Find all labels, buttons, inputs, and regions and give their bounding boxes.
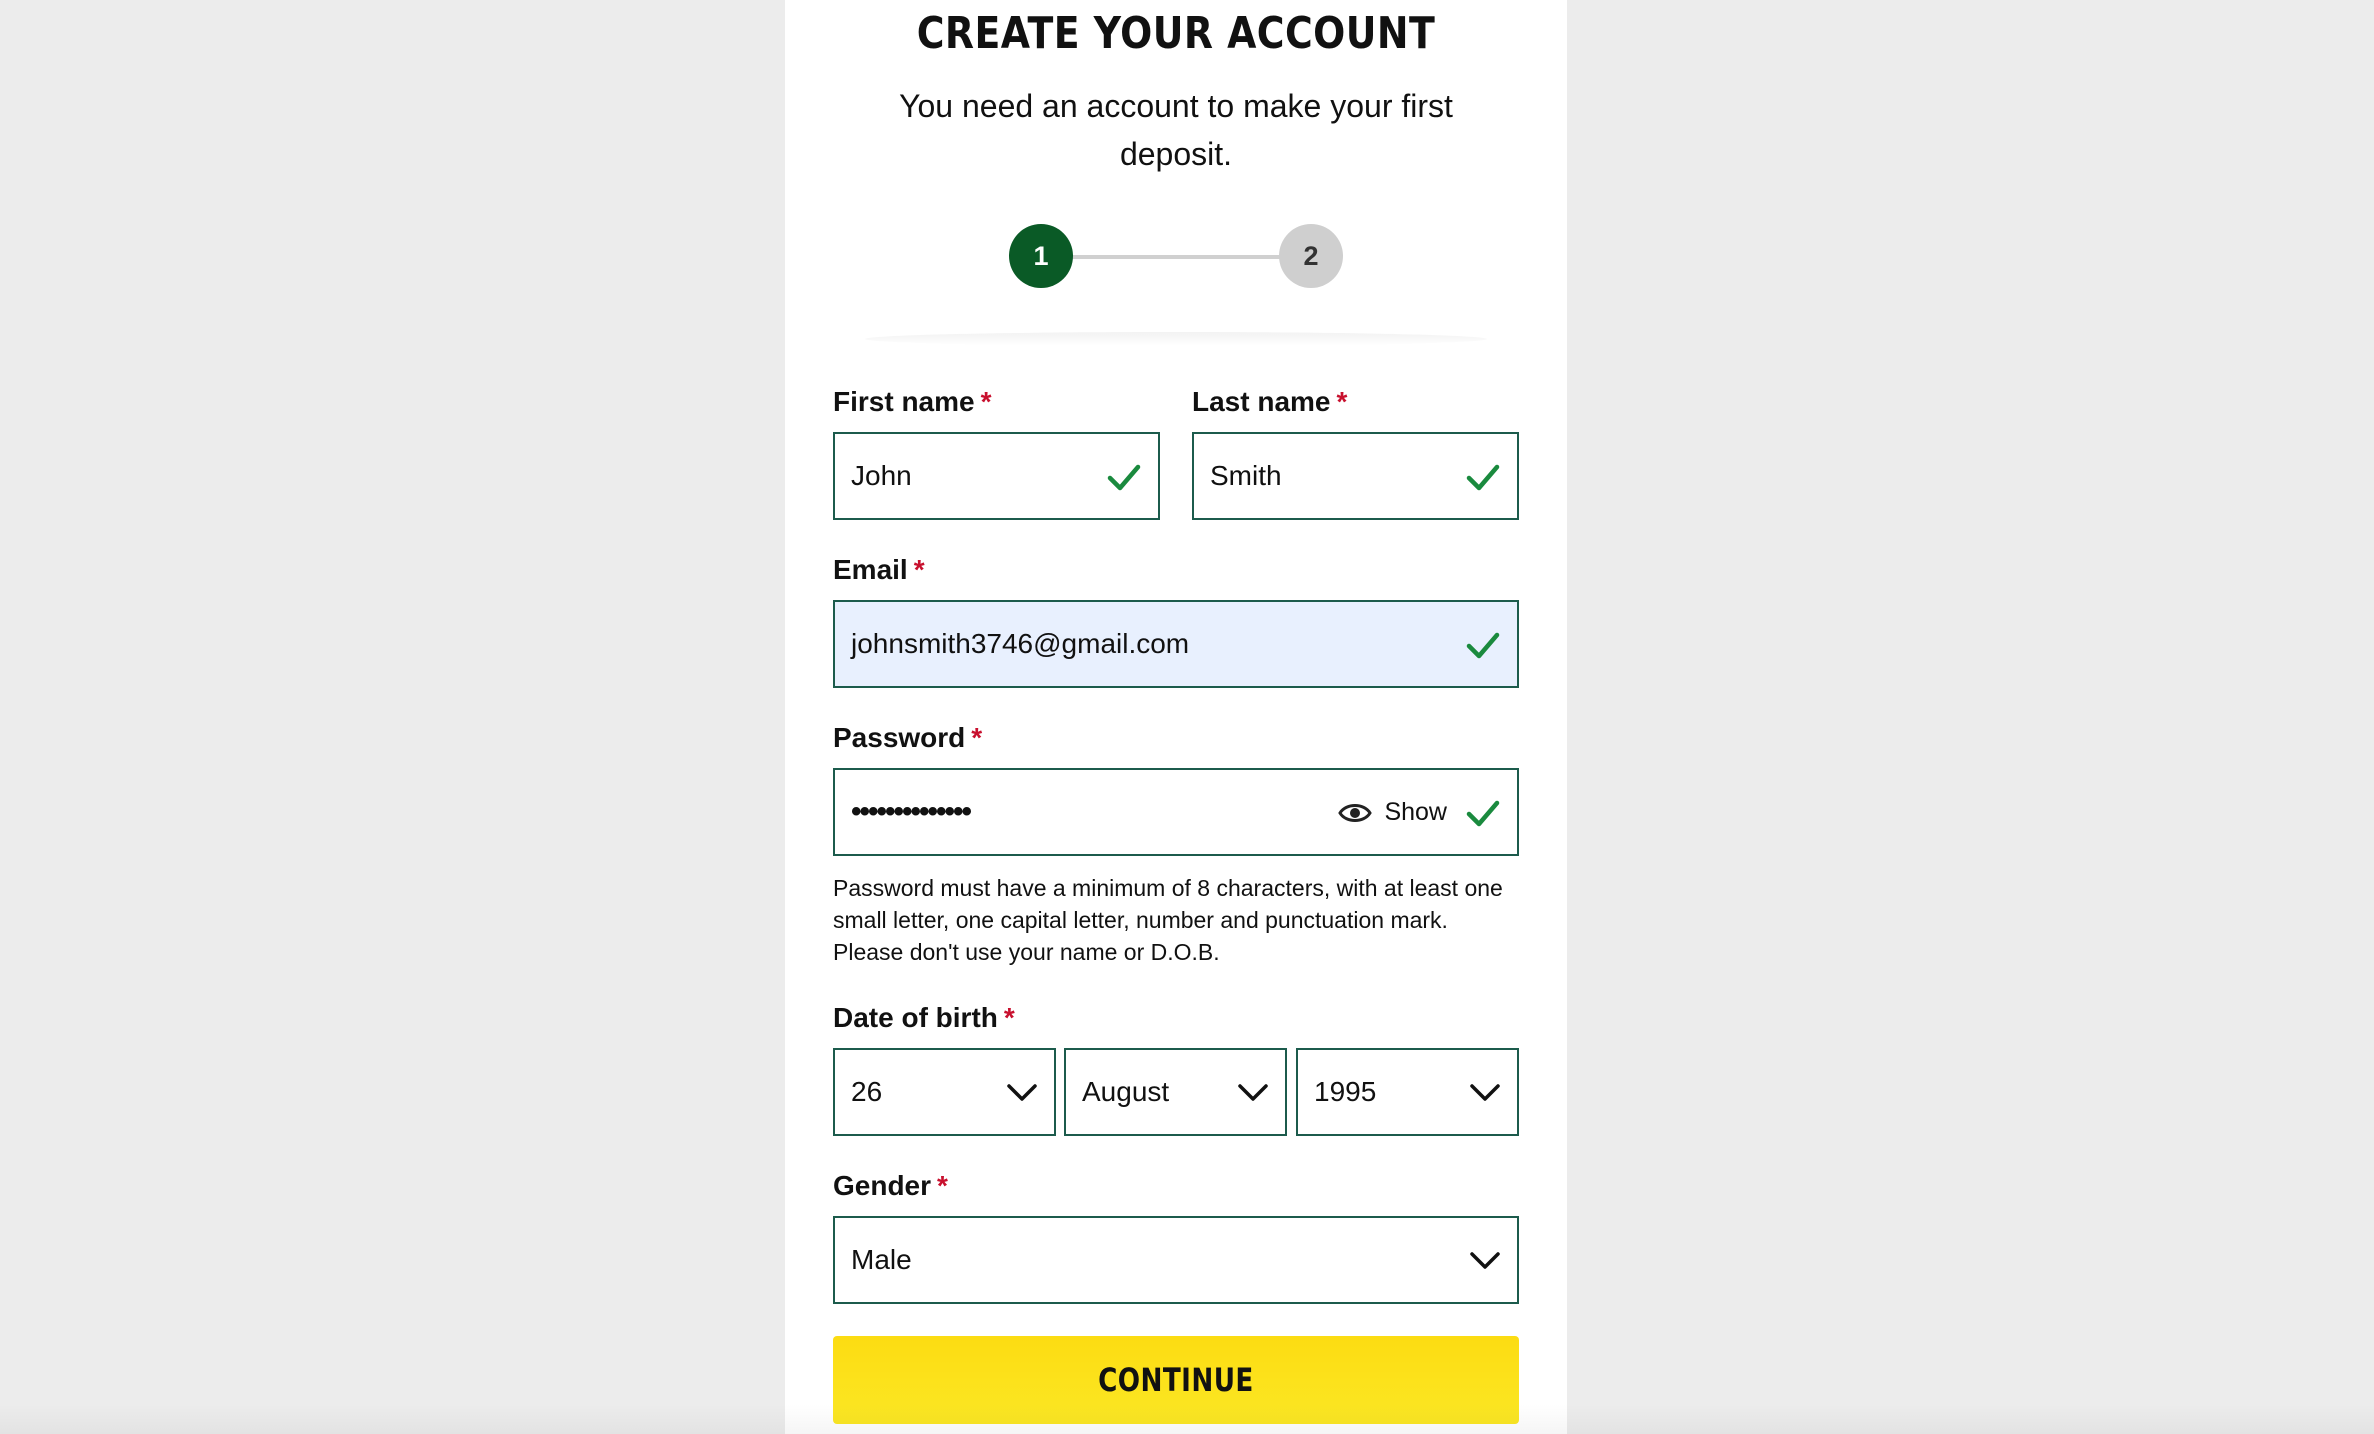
dob-label: Date of birth * (833, 1002, 1015, 1033)
step-2-badge: 2 (1279, 224, 1343, 288)
dob-month-select[interactable]: August (1064, 1048, 1287, 1136)
required-mark: * (971, 722, 983, 753)
step-indicator: 1 2 (1009, 224, 1347, 290)
valid-check-icon (1466, 464, 1500, 491)
gender-label: Gender * (833, 1170, 948, 1201)
first-name-label: First name * (833, 386, 992, 417)
dob-day-select[interactable]: 26 (833, 1048, 1056, 1136)
section-divider (865, 332, 1487, 346)
chevron-down-icon (1007, 1084, 1037, 1101)
continue-button-label: CONTINUE (1098, 1361, 1254, 1399)
password-input[interactable]: •••••••••••••• Show (833, 768, 1519, 856)
password-label: Password * (833, 722, 983, 753)
email-value: johnsmith3746@gmail.com (851, 628, 1190, 659)
required-mark: * (980, 386, 992, 417)
page-title: CREATE YOUR ACCOUNT (916, 8, 1436, 59)
step-1-badge: 1 (1009, 224, 1073, 288)
required-mark: * (1003, 1002, 1015, 1033)
password-masked-value: •••••••••••••• (851, 795, 972, 828)
page-bottom-shadow (0, 1404, 2374, 1434)
password-helper-text: Password must have a minimum of 8 charac… (833, 875, 1503, 965)
valid-check-icon (1466, 800, 1500, 827)
show-password-toggle[interactable]: Show (1338, 770, 1447, 854)
required-mark: * (913, 554, 925, 585)
email-label: Email * (833, 554, 925, 585)
signup-panel: CREATE YOUR ACCOUNT You need an account … (785, 0, 1567, 1434)
chevron-down-icon (1470, 1252, 1500, 1269)
gender-select[interactable]: Male (833, 1216, 1519, 1304)
step-connector (1069, 255, 1289, 259)
gender-value: Male (851, 1244, 912, 1275)
chevron-down-icon (1470, 1084, 1500, 1101)
first-name-input[interactable]: John (833, 432, 1160, 520)
email-input[interactable]: johnsmith3746@gmail.com (833, 600, 1519, 688)
valid-check-icon (1466, 632, 1500, 659)
dob-day-value: 26 (851, 1076, 883, 1107)
last-name-label: Last name * (1192, 386, 1348, 417)
required-mark: * (1336, 386, 1348, 417)
last-name-input[interactable]: Smith (1192, 432, 1519, 520)
dob-year-value: 1995 (1314, 1076, 1377, 1107)
dob-year-select[interactable]: 1995 (1296, 1048, 1519, 1136)
valid-check-icon (1107, 464, 1141, 491)
show-password-label: Show (1384, 797, 1447, 826)
dob-month-value: August (1082, 1076, 1170, 1107)
eye-icon (1338, 804, 1373, 822)
required-mark: * (937, 1170, 948, 1201)
first-name-value: John (851, 460, 912, 491)
page-subtitle: You need an account to make your first d… (899, 88, 1453, 172)
last-name-value: Smith (1210, 460, 1282, 491)
chevron-down-icon (1238, 1084, 1268, 1101)
